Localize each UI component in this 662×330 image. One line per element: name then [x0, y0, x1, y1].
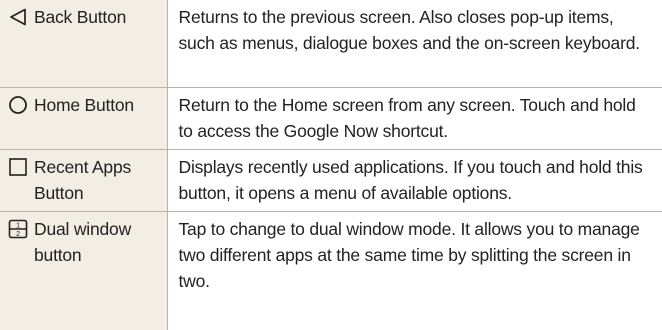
back-triangle-icon — [6, 4, 30, 30]
table-row: Home Button Return to the Home screen fr… — [0, 86, 662, 149]
button-reference-table: Back Button Returns to the previous scre… — [0, 0, 662, 330]
button-name-cell: Back Button — [0, 0, 168, 87]
home-circle-icon — [6, 92, 30, 118]
recent-apps-square-icon — [6, 154, 30, 180]
button-description: Tap to change to dual window mode. It al… — [167, 210, 662, 330]
button-name: Dual window button — [34, 218, 132, 265]
button-description: Displays recently used applications. If … — [167, 148, 662, 211]
dual-window-icon: 1 2 — [6, 216, 30, 242]
button-name-cell: Recent Apps Button — [0, 148, 168, 211]
button-name: Home Button — [34, 94, 134, 115]
dual-window-digit: 2 — [16, 230, 20, 237]
table-row: Recent Apps Button Displays recently use… — [0, 148, 662, 211]
button-name-cell: Home Button — [0, 86, 168, 149]
table-row: 1 2 Dual window button Tap to change to … — [0, 210, 662, 330]
table-row: Back Button Returns to the previous scre… — [0, 0, 662, 87]
button-name-cell: 1 2 Dual window button — [0, 210, 168, 330]
button-name: Back Button — [34, 7, 127, 27]
button-description: Returns to the previous screen. Also clo… — [167, 0, 662, 87]
button-description: Return to the Home screen from any scree… — [167, 86, 662, 149]
button-name: Recent Apps Button — [34, 156, 132, 203]
dual-window-digit: 1 — [16, 222, 20, 229]
